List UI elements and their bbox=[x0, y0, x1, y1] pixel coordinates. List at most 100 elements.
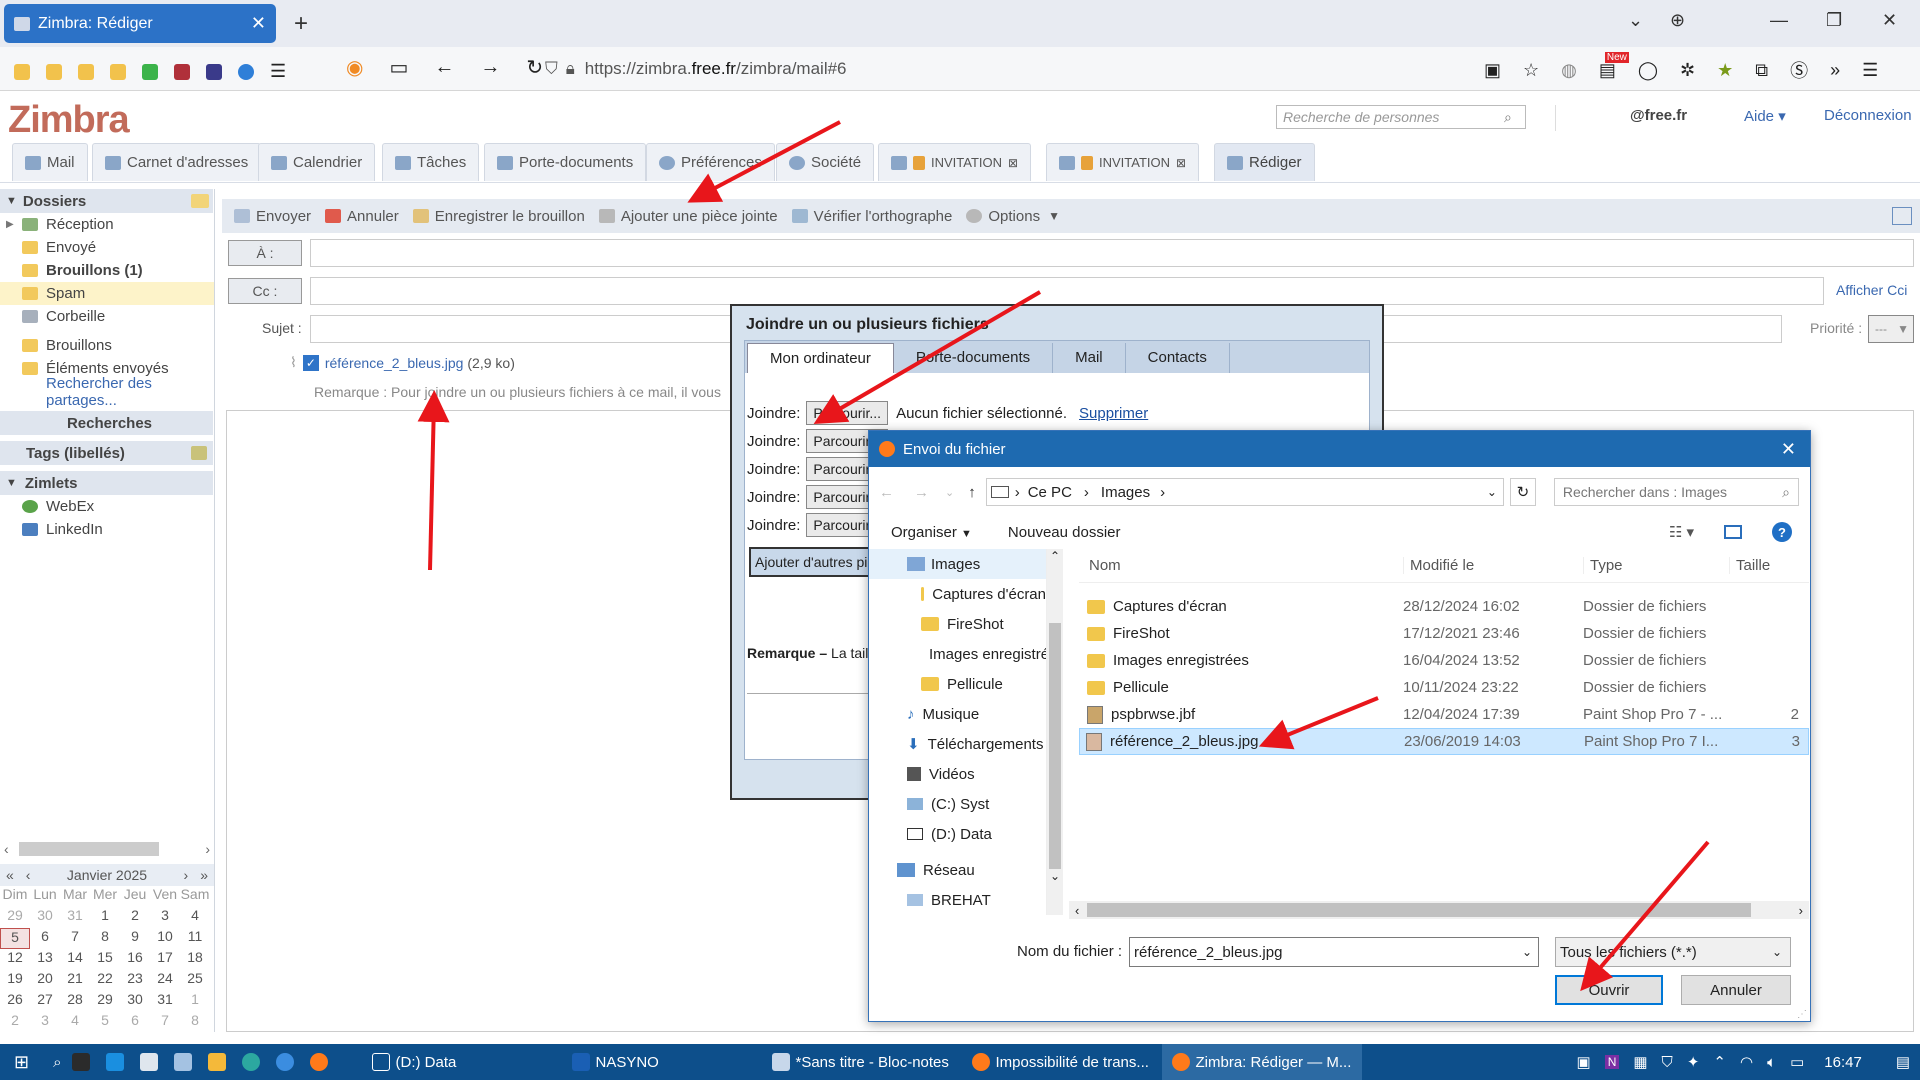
show-bcc-link[interactable]: Afficher Cci bbox=[1836, 282, 1907, 298]
taskbar-item-firefox-1[interactable]: Impossibilité de trans... bbox=[962, 1044, 1162, 1080]
app-icon[interactable] bbox=[173, 1053, 192, 1071]
tree-item-captures[interactable]: Captures d'écran bbox=[869, 579, 1046, 609]
extensions-icon[interactable]: ⧉ bbox=[1755, 60, 1768, 81]
app-icon[interactable] bbox=[105, 1053, 124, 1071]
detach-window-icon[interactable] bbox=[1892, 207, 1912, 225]
chevron-left-icon[interactable]: ‹ bbox=[4, 841, 9, 857]
tree-item-drive-d[interactable]: (D:) Data bbox=[869, 819, 1046, 849]
chevron-down-icon[interactable]: ⌄ bbox=[945, 486, 954, 499]
column-name[interactable]: Nom bbox=[1079, 557, 1403, 574]
cc-button[interactable]: Cc : bbox=[228, 278, 302, 304]
to-button[interactable]: À : bbox=[228, 240, 302, 266]
tab-tasks[interactable]: Tâches bbox=[382, 143, 480, 181]
calendar-day[interactable]: 21 bbox=[60, 970, 90, 991]
chevron-down-icon[interactable]: ⌄ bbox=[1047, 869, 1063, 883]
extension-new-icon[interactable]: ▤ New bbox=[1599, 51, 1629, 81]
tree-item-drive-c[interactable]: (C:) Syst bbox=[869, 789, 1046, 819]
zimlet-linkedin[interactable]: LinkedIn bbox=[0, 518, 214, 541]
chevron-up-icon[interactable]: ⌃ bbox=[1047, 549, 1063, 563]
app-icon[interactable] bbox=[275, 1053, 294, 1071]
calendar-day[interactable]: 6 bbox=[120, 1012, 150, 1033]
file-row-selected[interactable]: référence_2_bleus.jpg 23/06/2019 14:03 Pai… bbox=[1079, 728, 1809, 755]
tray-app-icon[interactable]: ▣ bbox=[1577, 1053, 1591, 1071]
file-row[interactable]: Images enregistrées 16/04/2024 13:52 Dossi… bbox=[1079, 647, 1809, 674]
calendar-day[interactable]: 19 bbox=[0, 970, 30, 991]
next-month-icon[interactable]: › bbox=[184, 867, 189, 883]
zimlets-header[interactable]: ▼ Zimlets bbox=[0, 471, 213, 495]
back-icon[interactable]: ← bbox=[434, 56, 454, 79]
tree-item-network[interactable]: Réseau bbox=[869, 855, 1046, 885]
new-tab-icon[interactable]: + bbox=[294, 10, 308, 38]
tree-item-brehat[interactable]: BREHAT bbox=[869, 885, 1046, 915]
start-button[interactable]: ⊞ bbox=[0, 1044, 43, 1080]
tree-item-saved-images[interactable]: Images enregistrées bbox=[869, 639, 1046, 669]
calendar-day[interactable]: 28 bbox=[60, 991, 90, 1012]
tree-item-fireshot[interactable]: FireShot bbox=[869, 609, 1046, 639]
attachment-name[interactable]: référence_2_bleus.jpg bbox=[325, 355, 464, 371]
app-menu-icon[interactable]: ☰ bbox=[1862, 60, 1878, 81]
taskbar-item-nasyno[interactable]: NASYNO bbox=[562, 1044, 762, 1080]
notifications-icon[interactable]: ▤ bbox=[1896, 1053, 1910, 1071]
calendar-day[interactable]: 2 bbox=[120, 907, 150, 928]
extension-icon[interactable]: ⊕ bbox=[1670, 10, 1685, 31]
close-icon[interactable]: ✕ bbox=[1781, 439, 1796, 460]
attach-button[interactable]: Ajouter une pièce jointe bbox=[598, 208, 778, 225]
zimlet-webex[interactable]: WebEx bbox=[0, 495, 214, 518]
priority-select[interactable]: --- ▼ bbox=[1868, 315, 1914, 343]
file-row[interactable]: Captures d'écran 28/12/2024 16:02 Dossier … bbox=[1079, 593, 1809, 620]
file-row[interactable]: pspbrwse.jbf 12/04/2024 17:39 Paint Shop P… bbox=[1079, 701, 1809, 728]
spellcheck-button[interactable]: Vérifier l'orthographe bbox=[791, 208, 952, 225]
window-close-icon[interactable]: ✕ bbox=[1882, 10, 1897, 31]
search-shares-link[interactable]: Rechercher des partages... bbox=[0, 375, 214, 409]
shield-icon[interactable]: ⛉ bbox=[1662, 1054, 1673, 1071]
bookmark-folder-icon[interactable] bbox=[110, 63, 126, 80]
close-tab-icon[interactable]: ⊠ bbox=[1176, 156, 1186, 170]
calendar-day[interactable]: 5 bbox=[90, 1012, 120, 1033]
tab-preferences[interactable]: Préférences bbox=[646, 143, 775, 181]
folder-search-input[interactable]: Rechercher dans : Images ⌕ bbox=[1553, 478, 1799, 506]
tab-mail[interactable]: Mail bbox=[12, 143, 88, 181]
back-icon[interactable]: ← bbox=[879, 484, 894, 501]
edge-icon[interactable] bbox=[241, 1053, 260, 1071]
wifi-icon[interactable]: ◠ bbox=[1740, 1053, 1753, 1071]
tab-invitation-2[interactable]: INVITATION ⊠ bbox=[1046, 143, 1200, 181]
chevron-right-icon[interactable]: › bbox=[1799, 903, 1803, 918]
forward-icon[interactable]: → bbox=[914, 484, 929, 501]
extension-star-icon[interactable]: ★ bbox=[1717, 60, 1733, 81]
calendar-day[interactable]: 20 bbox=[30, 970, 60, 991]
next-year-icon[interactable]: » bbox=[200, 867, 208, 883]
help-icon[interactable]: ? bbox=[1772, 522, 1792, 542]
calendar-day[interactable]: 14 bbox=[60, 949, 90, 970]
calendar-day[interactable]: 22 bbox=[90, 970, 120, 991]
tags-header[interactable]: Tags (libellés) bbox=[0, 441, 213, 465]
calendar-day[interactable]: 29 bbox=[0, 907, 30, 928]
breadcrumb-images[interactable]: Images bbox=[1101, 484, 1150, 501]
calendar-day[interactable]: 3 bbox=[30, 1012, 60, 1033]
calendar-day[interactable]: 16 bbox=[120, 949, 150, 970]
calendar-day[interactable]: 13 bbox=[30, 949, 60, 970]
forward-icon[interactable]: → bbox=[480, 56, 500, 79]
minimize-icon[interactable]: — bbox=[1770, 10, 1788, 31]
cancel-button[interactable]: Annuler bbox=[1681, 975, 1791, 1005]
tree-item-videos[interactable]: Vidéos bbox=[869, 759, 1046, 789]
calendar-day[interactable]: 27 bbox=[30, 991, 60, 1012]
close-tab-icon[interactable]: ⊠ bbox=[1008, 156, 1018, 170]
calendar-day[interactable]: 1 bbox=[180, 991, 210, 1012]
tree-item-downloads[interactable]: ⬇ Téléchargements bbox=[869, 729, 1046, 759]
calendar-day[interactable]: 17 bbox=[150, 949, 180, 970]
tab-contacts[interactable]: Contacts bbox=[1125, 342, 1230, 373]
calendar-day[interactable]: 3 bbox=[150, 907, 180, 928]
people-search-input[interactable]: Recherche de personnes bbox=[1276, 105, 1526, 129]
calendar-day[interactable]: 30 bbox=[120, 991, 150, 1012]
bookmark-plus-icon[interactable] bbox=[142, 63, 158, 80]
app-icon[interactable] bbox=[71, 1053, 90, 1071]
overflow-icon[interactable]: » bbox=[1830, 60, 1840, 81]
firefox-icon[interactable] bbox=[309, 1053, 328, 1071]
battery-icon[interactable]: ▭ bbox=[1790, 1053, 1804, 1071]
tree-scrollbar[interactable]: ⌃ ⌄ bbox=[1047, 549, 1063, 915]
calendar-day[interactable]: 7 bbox=[150, 1012, 180, 1033]
calendar-day[interactable]: 18 bbox=[180, 949, 210, 970]
to-field[interactable] bbox=[310, 239, 1914, 267]
tab-my-computer[interactable]: Mon ordinateur bbox=[747, 342, 894, 373]
tab-company[interactable]: Société bbox=[776, 143, 875, 181]
